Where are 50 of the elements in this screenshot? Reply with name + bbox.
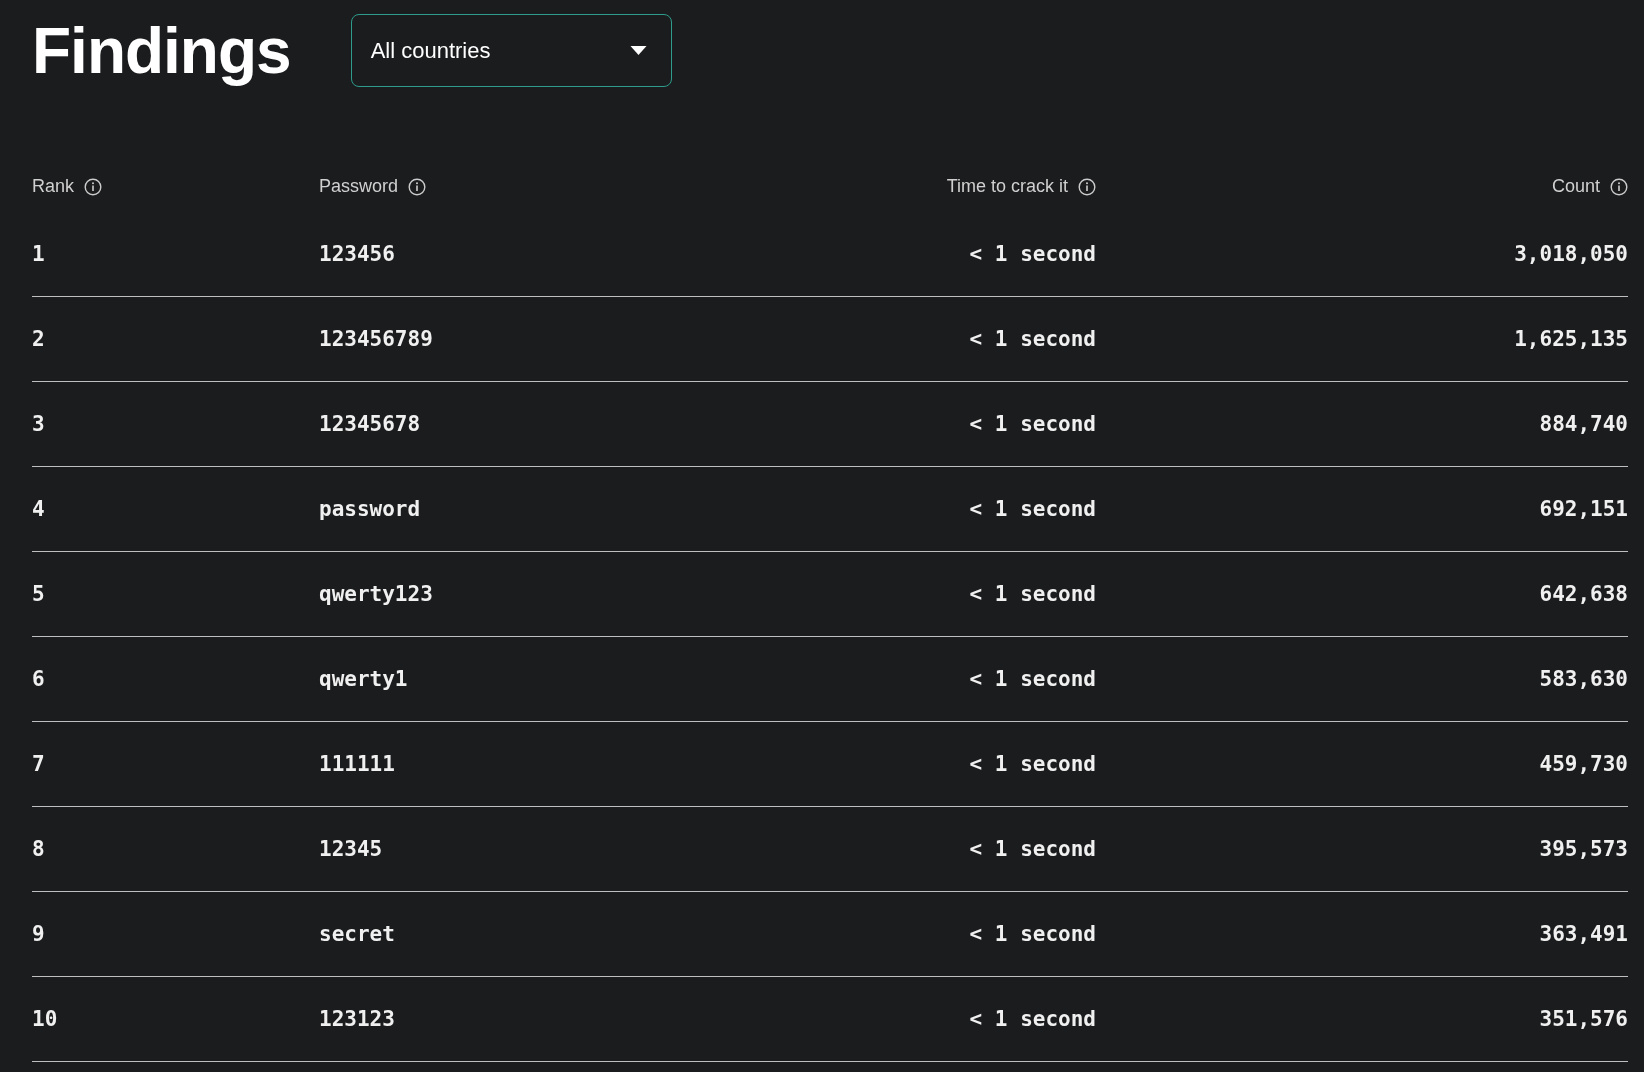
table-cell-text: < 1 second	[968, 837, 1096, 861]
table-cell-text: 123456	[319, 242, 396, 266]
column-header: Count	[1551, 176, 1600, 197]
table-cell-text: 10	[32, 1007, 59, 1031]
country-dropdown[interactable]: All countries	[350, 14, 672, 87]
table-cell-text: 1	[32, 242, 46, 266]
table-cell-text: 884,740	[1538, 412, 1628, 436]
caret-icon	[629, 46, 647, 55]
table-cell-text: 459,730	[1538, 752, 1628, 776]
info-icon[interactable]	[1610, 177, 1628, 196]
table-cell-text: 1,625,135	[1513, 327, 1628, 351]
table-cell-text: 6	[32, 667, 46, 691]
column-header: Password	[319, 176, 399, 197]
info-icon[interactable]	[1078, 177, 1096, 196]
column-header: Rank	[32, 176, 75, 197]
table-cell-text: < 1 second	[968, 242, 1096, 266]
info-icon[interactable]	[84, 177, 103, 196]
column-header: Time to crack it	[946, 176, 1068, 197]
table-cell-text: 363,491	[1538, 922, 1628, 946]
table-cell-text: qwerty1	[319, 667, 409, 691]
table-cell-text: qwerty123	[319, 582, 434, 606]
table-cell-text: < 1 second	[968, 412, 1096, 436]
table-cell-text: secret	[319, 922, 396, 946]
table-cell-text: 3,018,050	[1513, 242, 1628, 266]
info-icon[interactable]	[408, 177, 427, 196]
table-cell-text: 692,151	[1538, 497, 1628, 521]
table-cell-text: password	[319, 497, 422, 521]
table-cell-text: 123456789	[319, 327, 434, 351]
table-cell-text: 642,638	[1538, 582, 1628, 606]
table-cell-text: 395,573	[1538, 837, 1628, 861]
table-cell-text: 12345678	[319, 412, 422, 436]
table-cell-text: 4	[32, 497, 46, 521]
table-cell-text: 583,630	[1538, 667, 1628, 691]
table-cell-text: 7	[32, 752, 46, 776]
table-cell-text: 9	[32, 922, 46, 946]
table-cell-text: 2	[32, 327, 46, 351]
table-cell-text: < 1 second	[968, 667, 1096, 691]
table-cell-text: < 1 second	[968, 582, 1096, 606]
table-cell-text: 8	[32, 837, 46, 861]
table-cell-text: < 1 second	[968, 327, 1096, 351]
table-cell-text: 3	[32, 412, 46, 436]
table-cell-text: 111111	[319, 752, 396, 776]
table-cell-text: 5	[32, 582, 46, 606]
table-cell-text: < 1 second	[968, 922, 1096, 946]
table-cell-text: < 1 second	[968, 752, 1096, 776]
table-cell-text: 123123	[319, 1007, 396, 1031]
table-cell-text: < 1 second	[968, 1007, 1096, 1031]
table-cell-text: 12345	[319, 837, 384, 861]
table-cell-text: 351,576	[1538, 1007, 1628, 1031]
table-cell-text: < 1 second	[968, 497, 1096, 521]
